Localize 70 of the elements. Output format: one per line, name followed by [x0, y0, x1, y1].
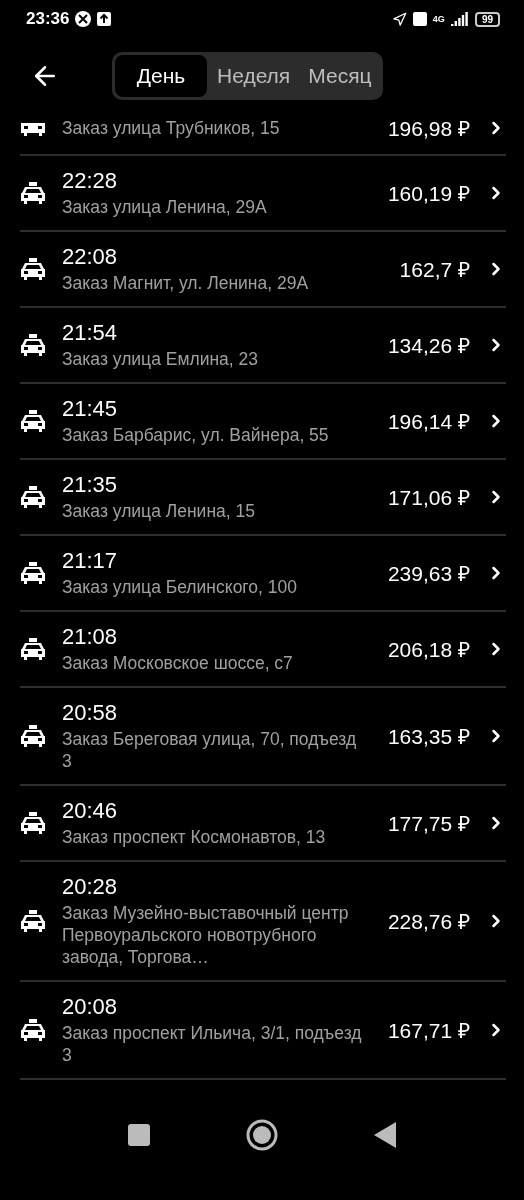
order-price: 171,06 ₽ — [387, 485, 470, 511]
order-address: Заказ Барбарис, ул. Вайнера, 55 — [62, 424, 330, 446]
location-icon — [391, 11, 407, 27]
taxi-icon — [20, 182, 46, 204]
taxi-icon — [20, 638, 46, 660]
order-row[interactable]: 21:17 Заказ улица Белинского, 100 239,63 ₽ — [20, 536, 506, 612]
order-address: Заказ улица Ленина, 29А — [62, 196, 268, 218]
order-time: 21:08 — [62, 624, 119, 650]
order-price: 134,26 ₽ — [387, 333, 470, 359]
taxi-icon — [20, 486, 46, 508]
order-address: Заказ Музейно-выставочный центр Первоуральского новотрубного завода, Торгова… — [62, 902, 350, 968]
order-price: 196,14 ₽ — [387, 409, 470, 435]
order-address: Заказ проспект Ильича, 3/1, подъезд 3 — [62, 1022, 363, 1066]
order-time: 21:45 — [62, 396, 119, 422]
taxi-icon — [20, 725, 46, 747]
order-address: Заказ улица Емлина, 23 — [62, 348, 259, 370]
period-tab[interactable]: Неделя — [209, 55, 299, 97]
period-tab[interactable]: День — [115, 55, 207, 97]
order-time: 21:17 — [62, 548, 119, 574]
order-price: 239,63 ₽ — [387, 561, 470, 587]
order-time: 20:46 — [62, 798, 119, 824]
order-price: 177,75 ₽ — [387, 811, 470, 837]
order-row[interactable]: 20:28 Заказ Музейно-выставочный центр Первоуральского новотрубного завода, Торгова… 228,76 ₽ — [20, 862, 506, 982]
order-address: Заказ проспект Космонавтов, 13 — [62, 826, 327, 848]
battery-level: 99 — [474, 11, 500, 27]
order-time: 20:58 — [62, 700, 119, 726]
order-price: 206,18 ₽ — [387, 637, 470, 663]
order-row[interactable]: 21:54 Заказ улица Емлина, 23 134,26 ₽ — [20, 308, 506, 384]
order-price: 196,98 ₽ — [387, 116, 470, 142]
back-nav-button[interactable] — [374, 1122, 396, 1148]
order-row[interactable]: 21:45 Заказ Барбарис, ул. Вайнера, 55 196,14 ₽ — [20, 384, 506, 460]
taxi-icon — [20, 910, 46, 932]
home-button[interactable] — [246, 1119, 278, 1151]
order-address: Заказ улица Трубников, 15 — [62, 117, 281, 139]
order-row[interactable]: 22:28 Заказ улица Ленина, 29А 160,19 ₽ — [20, 156, 506, 232]
order-address: Заказ улица Белинского, 100 — [62, 576, 298, 598]
order-time: 20:28 — [62, 874, 119, 900]
order-row[interactable]: 20:08 Заказ проспект Ильича, 3/1, подъезд 3 167,71 ₽ — [20, 982, 506, 1080]
order-address: Заказ Магнит, ул. Ленина, 29А — [62, 272, 310, 294]
order-row[interactable]: 21:08 Заказ Московское шоссе, с7 206,18 ₽ — [20, 612, 506, 688]
upload-icon — [97, 12, 112, 26]
order-row[interactable]: Заказ улица Трубников, 15 196,98 ₽ — [20, 114, 506, 156]
order-row[interactable]: 21:35 Заказ улица Ленина, 15 171,06 ₽ — [20, 460, 506, 536]
order-price: 163,35 ₽ — [387, 724, 470, 750]
order-price: 162,7 ₽ — [399, 257, 470, 283]
status-time: 23:36 — [26, 9, 70, 29]
notification-icon — [75, 11, 92, 27]
order-row[interactable]: 20:46 Заказ проспект Космонавтов, 13 177,75 ₽ — [20, 786, 506, 862]
taxi-icon — [20, 812, 46, 834]
order-address: Заказ Береговая улица, 70, подъезд 3 — [62, 728, 358, 772]
taxi-icon — [20, 258, 46, 280]
taxi-icon — [20, 410, 46, 432]
period-tab[interactable]: Месяц — [300, 55, 380, 97]
order-row[interactable]: 20:58 Заказ Береговая улица, 70, подъезд 3 163,35 ₽ — [20, 688, 506, 786]
order-price: 228,76 ₽ — [387, 909, 470, 935]
order-row[interactable]: 22:08 Заказ Магнит, ул. Ленина, 29А 162,7 ₽ — [20, 232, 506, 308]
taxi-icon — [20, 334, 46, 356]
order-time: 21:35 — [62, 472, 119, 498]
order-price: 167,71 ₽ — [387, 1018, 470, 1044]
signal-icon — [450, 12, 469, 26]
order-time: 21:54 — [62, 320, 119, 346]
order-time: 22:08 — [62, 244, 119, 270]
taxi-icon — [20, 1019, 46, 1041]
order-address: Заказ улица Ленина, 15 — [62, 500, 256, 522]
order-time: 22:28 — [62, 168, 119, 194]
order-price: 160,19 ₽ — [387, 181, 470, 207]
order-time: 20:08 — [62, 994, 119, 1020]
order-address: Заказ Московское шоссе, с7 — [62, 652, 294, 674]
network-type: 4G — [432, 14, 445, 24]
taxi-icon — [20, 562, 46, 584]
